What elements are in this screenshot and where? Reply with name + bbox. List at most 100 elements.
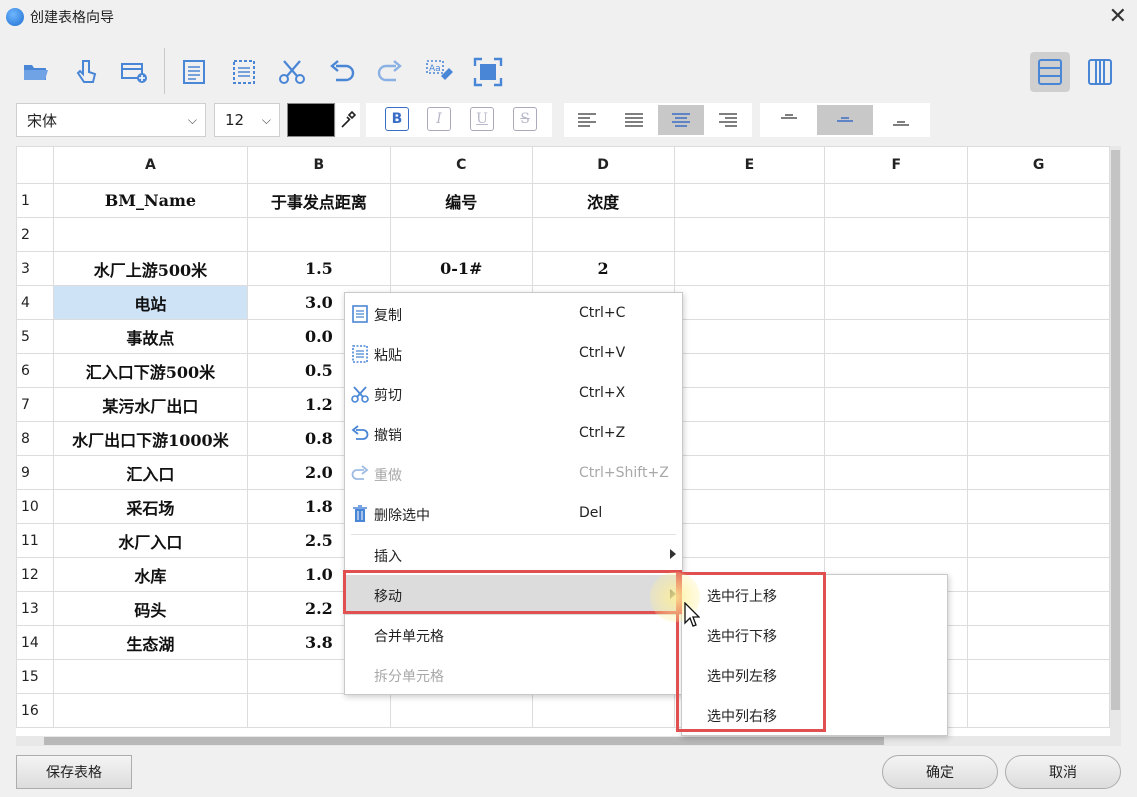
column-header[interactable]: A — [52, 146, 248, 184]
table-cell[interactable] — [389, 693, 533, 728]
table-cell[interactable] — [967, 659, 1110, 694]
row-header[interactable]: 2 — [16, 217, 54, 252]
font-color-swatch[interactable] — [287, 103, 335, 137]
italic-button[interactable]: I — [427, 107, 451, 131]
table-cell[interactable] — [673, 353, 826, 388]
menu-item-delete[interactable]: 删除选中 Del — [345, 494, 682, 534]
table-cell[interactable]: 生态湖 — [52, 625, 248, 660]
horizontal-scrollbar[interactable] — [16, 736, 1121, 746]
table-cell[interactable] — [967, 421, 1110, 456]
row-header[interactable]: 9 — [16, 455, 54, 490]
table-cell[interactable] — [52, 659, 248, 694]
table-cell[interactable] — [967, 319, 1110, 354]
row-header[interactable]: 5 — [16, 319, 54, 354]
table-cell[interactable] — [673, 217, 826, 252]
table-cell[interactable] — [967, 387, 1110, 422]
row-header[interactable]: 11 — [16, 523, 54, 558]
vertical-scrollbar[interactable] — [1110, 146, 1121, 736]
table-cell[interactable] — [246, 693, 391, 728]
table-cell[interactable] — [673, 455, 826, 490]
table-cell[interactable] — [673, 319, 826, 354]
table-cell[interactable] — [967, 523, 1110, 558]
add-table-icon[interactable] — [118, 56, 150, 88]
table-cell[interactable] — [824, 217, 969, 252]
table-cell[interactable] — [673, 387, 826, 422]
fit-icon[interactable] — [472, 56, 504, 88]
menu-item-undo[interactable]: 撤销 Ctrl+Z — [345, 414, 682, 454]
column-header[interactable]: D — [531, 146, 675, 184]
table-cell[interactable] — [824, 285, 969, 320]
align-bottom-icon[interactable] — [878, 105, 924, 135]
table-cell[interactable]: 电站 — [52, 285, 248, 320]
table-cell[interactable]: 事故点 — [52, 319, 248, 354]
table-cell[interactable]: 某污水厂出口 — [52, 387, 248, 422]
column-view-icon[interactable] — [1080, 52, 1120, 92]
bold-button[interactable]: B — [385, 107, 409, 131]
row-header[interactable]: 3 — [16, 251, 54, 286]
table-cell[interactable] — [967, 353, 1110, 388]
table-cell[interactable] — [531, 693, 675, 728]
table-cell[interactable] — [967, 557, 1110, 592]
table-cell[interactable] — [52, 693, 248, 728]
row-header[interactable]: 6 — [16, 353, 54, 388]
table-cell[interactable]: 1.5 — [246, 251, 391, 286]
paste-icon[interactable] — [228, 56, 260, 88]
menu-item-paste[interactable]: 粘贴 Ctrl+V — [345, 334, 682, 374]
table-cell[interactable] — [673, 421, 826, 456]
table-cell[interactable] — [673, 489, 826, 524]
table-cell[interactable] — [824, 523, 969, 558]
table-cell[interactable]: 2 — [531, 251, 675, 286]
vertical-scroll-thumb[interactable] — [1111, 150, 1120, 710]
table-cell[interactable]: 码头 — [52, 591, 248, 626]
menu-item-insert[interactable]: 插入 — [345, 535, 682, 575]
font-family-select[interactable]: 宋体 ⌵ — [16, 103, 206, 137]
table-cell[interactable] — [52, 217, 248, 252]
menu-item-copy[interactable]: 复制 Ctrl+C — [345, 294, 682, 334]
align-justify-icon[interactable] — [611, 105, 657, 135]
table-cell[interactable]: 编号 — [389, 183, 533, 218]
corner-cell[interactable] — [16, 146, 54, 184]
table-cell[interactable] — [967, 455, 1110, 490]
open-folder-icon[interactable] — [20, 56, 52, 88]
table-cell[interactable] — [824, 183, 969, 218]
menu-item-redo[interactable]: 重做 Ctrl+Shift+Z — [345, 454, 682, 494]
table-cell[interactable]: 汇入口 — [52, 455, 248, 490]
strikethrough-button[interactable]: S — [513, 107, 537, 131]
table-cell[interactable]: 水厂出口下游1000米 — [52, 421, 248, 456]
font-size-select[interactable]: 12 ⌵ — [214, 103, 280, 137]
menu-item-merge[interactable]: 合并单元格 — [345, 615, 682, 655]
table-cell[interactable]: 汇入口下游500米 — [52, 353, 248, 388]
table-cell[interactable] — [531, 217, 675, 252]
row-header[interactable]: 7 — [16, 387, 54, 422]
align-middle-icon[interactable] — [817, 105, 873, 135]
column-header[interactable]: E — [673, 146, 826, 184]
row-header[interactable]: 1 — [16, 183, 54, 218]
scissors-icon[interactable] — [276, 56, 308, 88]
column-header[interactable]: F — [824, 146, 969, 184]
row-header[interactable]: 10 — [16, 489, 54, 524]
table-cell[interactable] — [673, 285, 826, 320]
table-cell[interactable]: 浓度 — [531, 183, 675, 218]
table-cell[interactable] — [824, 387, 969, 422]
table-cell[interactable] — [967, 489, 1110, 524]
table-cell[interactable] — [673, 183, 826, 218]
row-header[interactable]: 15 — [16, 659, 54, 694]
row-header[interactable]: 14 — [16, 625, 54, 660]
menu-item-split[interactable]: 拆分单元格 — [345, 655, 682, 695]
table-cell[interactable] — [389, 217, 533, 252]
table-cell[interactable]: BM_Name — [52, 183, 248, 218]
close-icon[interactable]: ✕ — [1109, 4, 1127, 29]
table-cell[interactable] — [824, 251, 969, 286]
menu-item-cut[interactable]: 剪切 Ctrl+X — [345, 374, 682, 414]
row-header[interactable]: 16 — [16, 693, 54, 728]
table-cell[interactable] — [824, 319, 969, 354]
column-header[interactable]: G — [967, 146, 1110, 184]
column-header[interactable]: B — [246, 146, 391, 184]
table-cell[interactable] — [824, 455, 969, 490]
table-cell[interactable]: 水厂上游500米 — [52, 251, 248, 286]
table-cell[interactable]: 水库 — [52, 557, 248, 592]
row-view-icon[interactable] — [1030, 52, 1070, 92]
table-cell[interactable] — [824, 421, 969, 456]
table-cell[interactable] — [967, 285, 1110, 320]
table-cell[interactable] — [967, 591, 1110, 626]
